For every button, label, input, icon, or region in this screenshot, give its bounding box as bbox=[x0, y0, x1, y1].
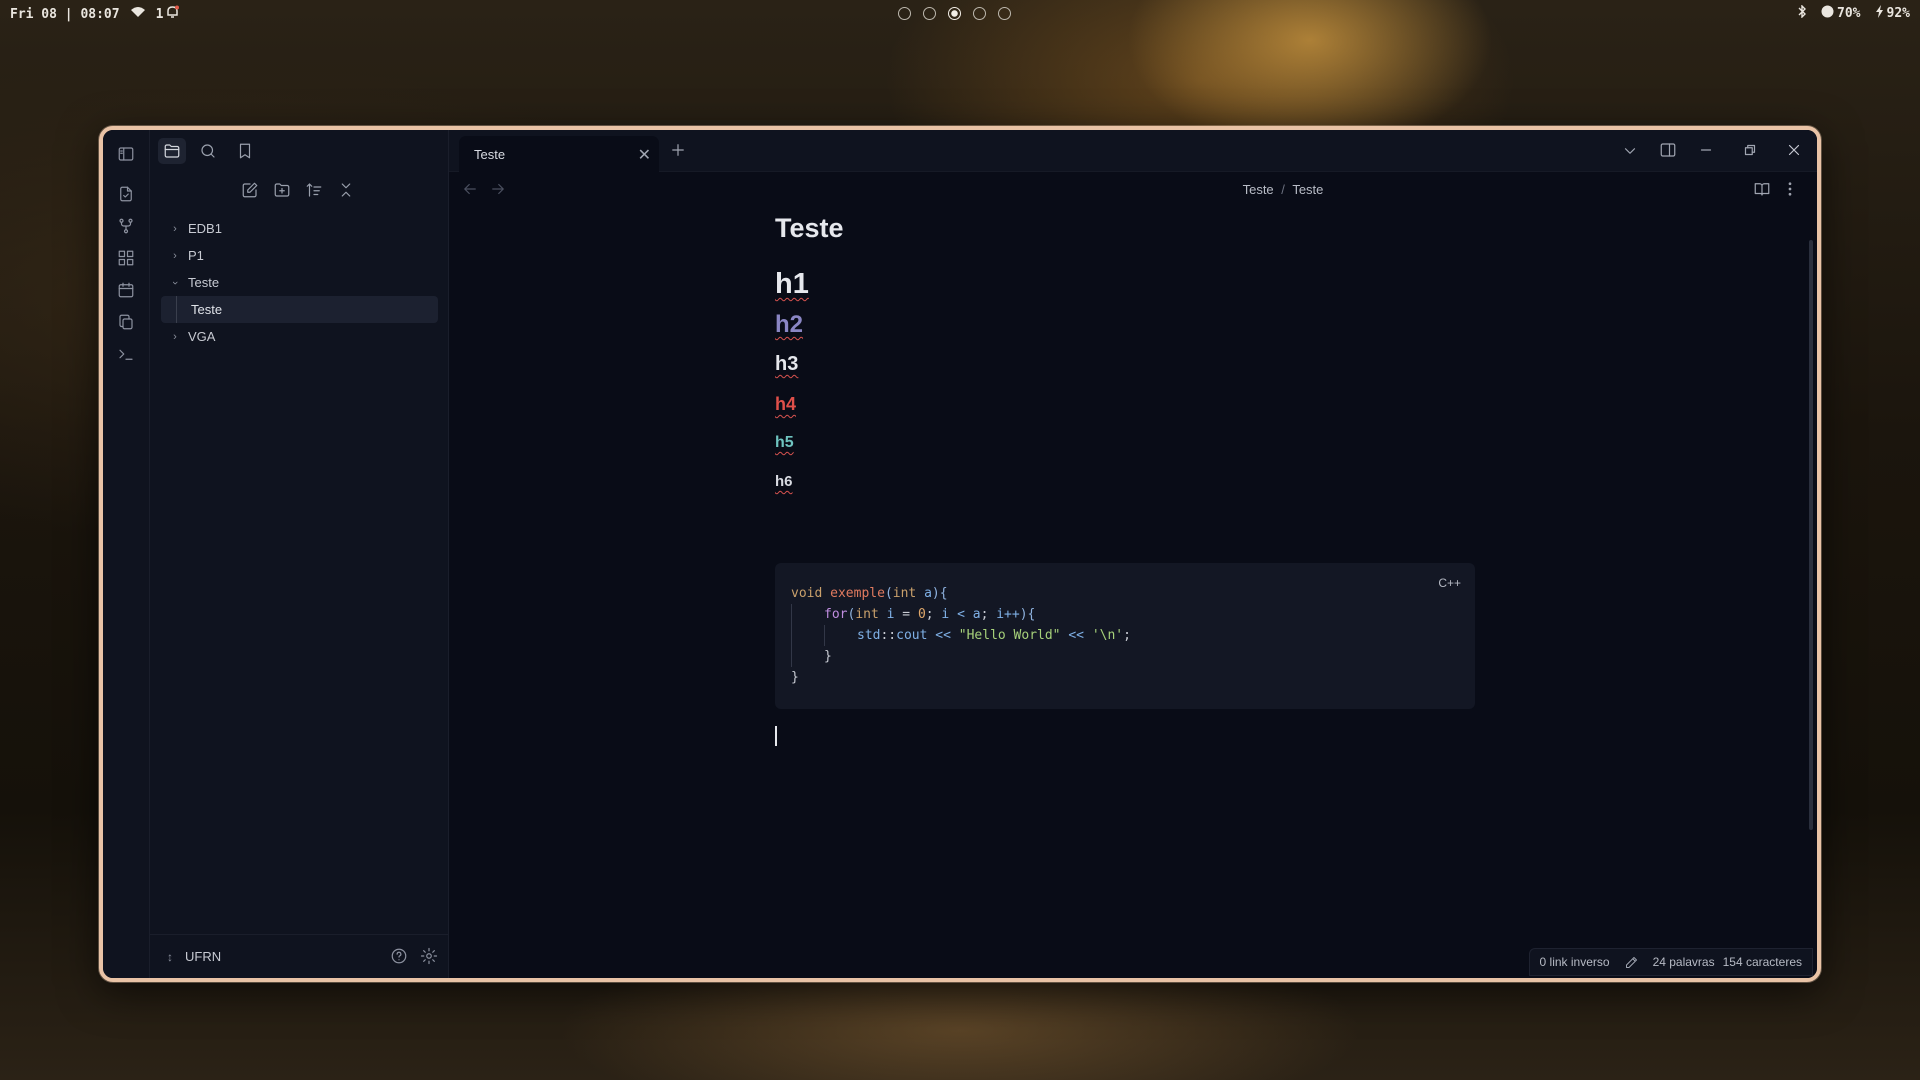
copy-icon[interactable] bbox=[116, 312, 136, 332]
volume-indicator[interactable]: 70% bbox=[1821, 5, 1861, 22]
tab-bar: Teste ✕ bbox=[449, 130, 1817, 172]
breadcrumb-separator: / bbox=[1281, 182, 1285, 197]
file-tree: › EDB1 › P1 › Teste Teste › VGA bbox=[161, 215, 438, 350]
text-cursor bbox=[775, 726, 777, 746]
new-note-icon[interactable] bbox=[236, 177, 264, 203]
heading-h2: h2 bbox=[775, 311, 804, 338]
code-block[interactable]: C++ void exemple(int a){ for(int i = 0; … bbox=[775, 563, 1475, 709]
volume-level: 70% bbox=[1837, 6, 1861, 21]
search-icon[interactable] bbox=[194, 138, 222, 164]
close-window-icon[interactable] bbox=[1785, 141, 1803, 164]
heading-h3: h3 bbox=[775, 353, 799, 375]
battery-indicator[interactable]: 92% bbox=[1875, 5, 1910, 22]
sort-icon[interactable] bbox=[300, 177, 328, 203]
battery-level: 92% bbox=[1886, 6, 1910, 21]
chevrons-up-down-icon: ↕ bbox=[167, 949, 173, 964]
editor-scrollbar[interactable] bbox=[1809, 240, 1813, 830]
chevron-right-icon: › bbox=[173, 222, 177, 235]
tab-list-chevron-icon[interactable] bbox=[1621, 142, 1639, 165]
workspace-2[interactable] bbox=[923, 7, 936, 20]
reading-view-icon[interactable] bbox=[1753, 180, 1771, 203]
restore-icon[interactable] bbox=[1741, 141, 1759, 164]
bell-icon bbox=[166, 5, 180, 23]
workspace-4[interactable] bbox=[973, 7, 986, 20]
code-line-3: std::cout << "Hello World" << '\n'; bbox=[791, 625, 1475, 646]
notification-indicator[interactable]: 1 bbox=[156, 5, 180, 23]
close-tab-icon[interactable]: ✕ bbox=[638, 145, 651, 165]
markdown-editor[interactable]: Teste h1 h2 h3 h4 h5 h6 C++ void exemple… bbox=[775, 210, 1475, 746]
tab-label: Teste bbox=[474, 146, 506, 162]
breadcrumb: Teste / Teste bbox=[449, 182, 1817, 197]
tree-folder-p1[interactable]: › P1 bbox=[161, 242, 438, 269]
notification-count: 1 bbox=[155, 6, 164, 22]
terminal-icon[interactable] bbox=[116, 344, 136, 364]
charging-icon bbox=[1875, 5, 1884, 22]
git-branch-icon[interactable] bbox=[116, 216, 136, 236]
tree-folder-teste[interactable]: › Teste bbox=[161, 269, 438, 296]
chevron-down-icon: › bbox=[169, 280, 181, 285]
minimize-icon[interactable] bbox=[1697, 141, 1715, 164]
vault-switcher[interactable]: ↕ UFRN bbox=[150, 934, 449, 978]
tree-folder-vga[interactable]: › VGA bbox=[161, 323, 438, 350]
heading-h6: h6 bbox=[775, 473, 793, 490]
backlinks-count[interactable]: 0 link inverso bbox=[1540, 955, 1610, 969]
tab-teste[interactable]: Teste ✕ bbox=[459, 136, 659, 172]
bookmark-icon[interactable] bbox=[231, 138, 259, 164]
chevron-right-icon: › bbox=[173, 249, 177, 262]
toggle-sidebar-icon[interactable] bbox=[116, 144, 136, 164]
heading-h5: h5 bbox=[775, 434, 794, 451]
folder-icon[interactable] bbox=[158, 138, 186, 164]
workspace-3[interactable] bbox=[948, 7, 961, 20]
tree-file-label: Teste bbox=[191, 302, 223, 317]
workspace-indicators bbox=[898, 7, 1011, 20]
note-title[interactable]: Teste bbox=[775, 213, 1475, 244]
editor-pane: Teste ✕ Teste / Teste Teste h1 h2 h3 h4 … bbox=[449, 130, 1817, 978]
file-explorer-sidebar: › EDB1 › P1 › Teste Teste › VGA ↕ UFRN bbox=[150, 130, 449, 978]
view-header: Teste / Teste bbox=[449, 172, 1817, 206]
edit-mode-pencil-icon[interactable] bbox=[1624, 955, 1639, 970]
status-bar: 0 link inverso 24 palavras 154 caractere… bbox=[1528, 948, 1813, 976]
chevron-right-icon: › bbox=[173, 330, 177, 343]
clock: Fri 08 | 08:07 bbox=[10, 6, 120, 22]
heading-h4: h4 bbox=[775, 394, 797, 414]
code-line-2: for(int i = 0; i < a; i++){ bbox=[791, 604, 1475, 625]
calendar-icon[interactable] bbox=[116, 280, 136, 300]
help-icon[interactable] bbox=[390, 947, 408, 968]
tree-folder-label: VGA bbox=[188, 329, 216, 344]
tree-folder-edb1[interactable]: › EDB1 bbox=[161, 215, 438, 242]
tree-folder-label: Teste bbox=[188, 275, 220, 290]
wifi-icon[interactable] bbox=[130, 6, 146, 22]
tree-folder-label: EDB1 bbox=[188, 221, 222, 236]
layout-grid-icon[interactable] bbox=[116, 248, 136, 268]
code-line-5: } bbox=[791, 670, 799, 685]
settings-gear-icon[interactable] bbox=[420, 947, 438, 968]
tree-folder-label: P1 bbox=[188, 248, 204, 263]
workspace-5[interactable] bbox=[998, 7, 1011, 20]
code-language-label: C++ bbox=[1438, 576, 1461, 590]
tree-file-teste[interactable]: Teste bbox=[161, 296, 438, 323]
breadcrumb-file[interactable]: Teste bbox=[1292, 182, 1323, 197]
breadcrumb-folder[interactable]: Teste bbox=[1243, 182, 1274, 197]
system-top-bar: Fri 08 | 08:07 1 70% 92% bbox=[0, 0, 1920, 28]
left-ribbon bbox=[103, 130, 150, 978]
char-count: 154 caracteres bbox=[1722, 955, 1802, 969]
volume-icon bbox=[1821, 5, 1834, 22]
bluetooth-icon[interactable] bbox=[1797, 4, 1807, 22]
vault-name: UFRN bbox=[185, 949, 222, 964]
new-tab-icon[interactable] bbox=[669, 141, 687, 164]
file-plus-icon[interactable] bbox=[116, 184, 136, 204]
workspace-1[interactable] bbox=[898, 7, 911, 20]
heading-h1: h1 bbox=[775, 268, 809, 300]
new-folder-icon[interactable] bbox=[268, 177, 296, 203]
word-count: 24 palavras bbox=[1652, 955, 1715, 969]
toggle-right-sidebar-icon[interactable] bbox=[1659, 141, 1677, 164]
code-line-1: void exemple(int a){ bbox=[791, 586, 948, 601]
code-line-4: } bbox=[791, 646, 1475, 667]
more-options-icon[interactable] bbox=[1781, 180, 1799, 203]
collapse-all-icon[interactable] bbox=[332, 177, 360, 203]
obsidian-window: › EDB1 › P1 › Teste Teste › VGA ↕ UFRN T… bbox=[99, 126, 1821, 982]
